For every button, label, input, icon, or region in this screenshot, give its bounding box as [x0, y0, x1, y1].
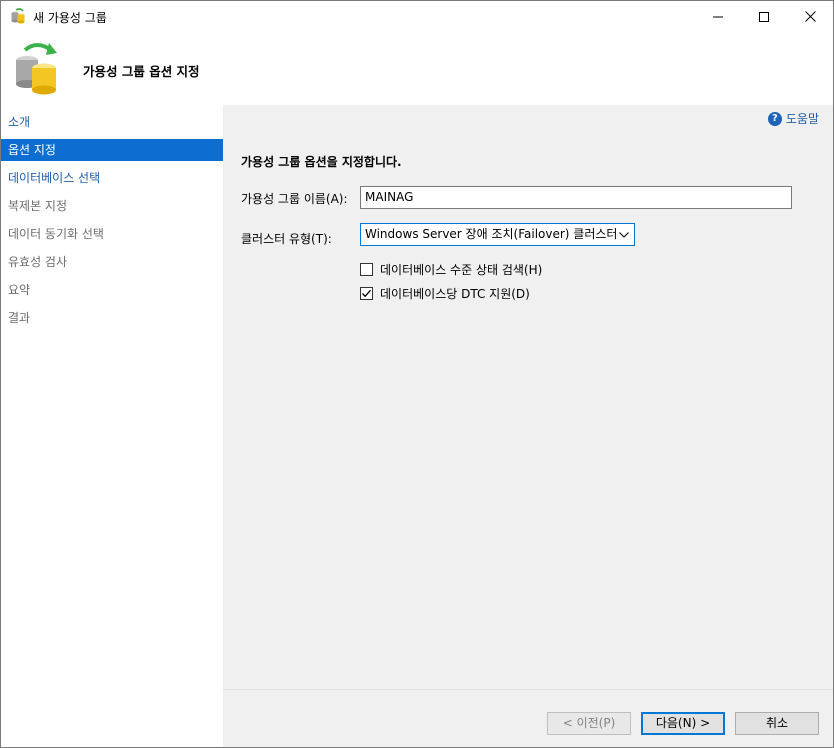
minimize-icon — [713, 16, 723, 17]
intro-text: 가용성 그룹 옵션을 지정합니다. — [241, 155, 402, 169]
window-title: 새 가용성 그룹 — [33, 11, 107, 25]
chevron-down-icon — [619, 224, 629, 245]
options-panel: ? 도움말 가용성 그룹 옵션을 지정합니다. 가용성 그룹 이름(A): MA… — [223, 105, 833, 689]
wizard-window: 새 가용성 그룹 가용성 그룹 옵션 지정 소개 옵션 지정 데이터베이스 선택… — [0, 0, 834, 748]
help-icon: ? — [767, 111, 782, 126]
cluster-type-select[interactable]: Windows Server 장애 조치(Failover) 클러스터 — [360, 223, 635, 246]
dtc-support-checkbox[interactable] — [360, 287, 373, 300]
next-button[interactable]: 다음(N) > — [641, 712, 725, 735]
page-heading: 가용성 그룹 옵션 지정 — [83, 64, 200, 79]
wizard-footer: < 이전(P) 다음(N) > 취소 — [223, 689, 833, 747]
title-bar: 새 가용성 그룹 — [1, 1, 833, 32]
maximize-button[interactable] — [741, 1, 787, 32]
cluster-type-label: 클러스터 유형(T): — [241, 232, 332, 246]
close-icon — [804, 11, 816, 22]
maximize-icon — [759, 11, 769, 22]
wizard-step-nav: 소개 옵션 지정 데이터베이스 선택 복제본 지정 데이터 동기화 선택 유효성… — [1, 105, 223, 747]
nav-item-summary: 요약 — [8, 283, 31, 297]
health-detection-label: 데이터베이스 수준 상태 검색(H) — [380, 263, 543, 277]
checkmark-icon — [362, 289, 371, 298]
health-detection-option[interactable]: 데이터베이스 수준 상태 검색(H) — [360, 261, 542, 278]
help-label: 도움말 — [785, 112, 819, 126]
cancel-button[interactable]: 취소 — [735, 712, 819, 735]
nav-item-specify-options[interactable]: 옵션 지정 — [1, 139, 223, 161]
close-button[interactable] — [787, 1, 833, 32]
dtc-support-label: 데이터베이스당 DTC 지원(D) — [380, 287, 530, 301]
ag-name-label: 가용성 그룹 이름(A): — [241, 192, 348, 206]
nav-item-data-sync: 데이터 동기화 선택 — [8, 227, 104, 241]
wizard-header: 가용성 그룹 옵션 지정 — [1, 32, 833, 105]
ag-name-input[interactable]: MAINAG — [360, 186, 792, 209]
nav-item-validation: 유효성 검사 — [8, 255, 68, 269]
previous-button: < 이전(P) — [547, 712, 631, 735]
minimize-button[interactable] — [695, 1, 741, 32]
availability-group-app-icon — [10, 8, 26, 24]
nav-item-intro[interactable]: 소개 — [1, 111, 223, 133]
dtc-support-option[interactable]: 데이터베이스당 DTC 지원(D) — [360, 285, 530, 302]
nav-item-select-databases[interactable]: 데이터베이스 선택 — [1, 167, 223, 189]
cluster-type-value: Windows Server 장애 조치(Failover) 클러스터 — [365, 227, 618, 241]
availability-group-wizard-icon — [13, 40, 61, 96]
nav-item-results: 결과 — [8, 311, 31, 325]
help-link[interactable]: ? 도움말 — [767, 110, 819, 127]
nav-item-specify-replicas: 복제본 지정 — [8, 199, 68, 213]
health-detection-checkbox[interactable] — [360, 263, 373, 276]
